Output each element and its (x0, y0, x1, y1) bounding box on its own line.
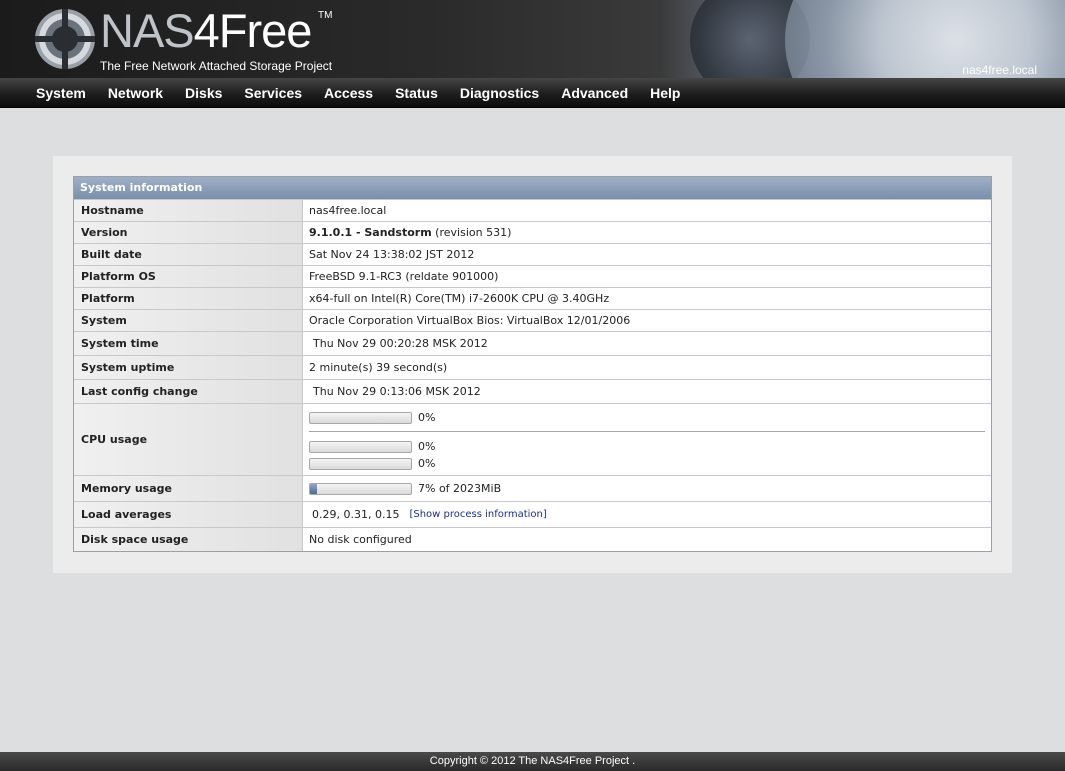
system-time-value: Thu Nov 29 00:20:28 MSK 2012 (309, 337, 492, 350)
nav-diagnostics[interactable]: Diagnostics (449, 78, 550, 108)
platform-os-value: FreeBSD 9.1-RC3 (reldate 901000) (309, 270, 499, 283)
logo-text[interactable]: NAS4Free (100, 4, 313, 57)
main-nav: System Network Disks Services Access Sta… (0, 78, 1065, 108)
cpu-core-meter: 0% (309, 440, 585, 453)
platform-value: x64-full on Intel(R) Core(TM) i7-2600K C… (309, 292, 610, 305)
last-config-cell: Thu Nov 29 0:13:06 MSK 2012 (303, 380, 991, 403)
system-time-cell: Thu Nov 29 00:20:28 MSK 2012 (303, 332, 991, 355)
memory-usage-label: Memory usage (74, 476, 303, 501)
system-time-row: System time Thu Nov 29 00:20:28 MSK 2012 (74, 331, 991, 355)
nav-services[interactable]: Services (233, 78, 313, 108)
nav-status[interactable]: Status (384, 78, 449, 108)
disk-space-row: Disk space usage No disk configured (74, 527, 991, 551)
cpu-core-meter: 0% (309, 457, 585, 470)
nav-access[interactable]: Access (313, 78, 384, 108)
last-config-row: Last config change Thu Nov 29 0:13:06 MS… (74, 379, 991, 403)
cpu-core-bar (309, 457, 412, 470)
cpu-usage-row: CPU usage 0% 0% 0% (74, 403, 991, 475)
version-label: Version (74, 222, 303, 243)
system-uptime-row: System uptime 2 minute(s) 39 second(s) (74, 355, 991, 379)
cpu-core-percent: 0% (418, 457, 436, 470)
disk-space-value: No disk configured (309, 533, 412, 546)
version-revision: (revision 531) (431, 226, 512, 239)
footer-copyright: Copyright © 2012 The NAS4Free Project . (0, 752, 1065, 771)
show-process-info-link[interactable]: [Show process information] (409, 509, 546, 520)
nav-network[interactable]: Network (97, 78, 174, 108)
disk-space-label: Disk space usage (74, 528, 303, 551)
built-date-label: Built date (74, 244, 303, 265)
cpu-usage-value: 0% 0% 0% (303, 404, 991, 475)
built-date-value: Sat Nov 24 13:38:02 JST 2012 (309, 248, 475, 261)
system-row: System Oracle Corporation VirtualBox Bio… (74, 309, 991, 331)
memory-fill (310, 483, 318, 494)
header-hostname: nas4free.local (962, 63, 1037, 77)
platform-os-label: Platform OS (74, 266, 303, 287)
nav-help[interactable]: Help (639, 78, 691, 108)
system-time-label: System time (74, 332, 303, 355)
platform-label: Platform (74, 288, 303, 309)
nav-system[interactable]: System (25, 78, 97, 108)
memory-bar (309, 482, 412, 495)
header: NAS4Free TM The Free Network Attached St… (0, 0, 1065, 78)
nav-disks[interactable]: Disks (174, 78, 233, 108)
version-number: 9.1.0.1 - Sandstorm (309, 226, 432, 239)
last-config-value: Thu Nov 29 0:13:06 MSK 2012 (309, 385, 485, 398)
cpu-total-meter: 0% (309, 411, 585, 424)
hostname-label: Hostname (74, 200, 303, 221)
system-information-panel: System information Hostname nas4free.loc… (73, 176, 992, 552)
load-averages-value: 0.29, 0.31, 0.15 (312, 508, 400, 521)
logo-suffix: 4Free (193, 4, 313, 57)
hostname-value: nas4free.local (309, 204, 387, 217)
version-value: 9.1.0.1 - Sandstorm (revision 531) (303, 222, 991, 243)
memory-meter: 7% of 2023MiB (309, 482, 585, 495)
cpu-total-bar (309, 411, 412, 424)
system-value: Oracle Corporation VirtualBox Bios: Virt… (309, 314, 631, 327)
last-config-label: Last config change (74, 380, 303, 403)
load-averages-cell: 0.29, 0.31, 0.15 [Show process informati… (303, 502, 991, 527)
cpu-core-percent: 0% (418, 440, 436, 453)
logo-icon[interactable] (33, 7, 97, 71)
trademark-mark: TM (318, 10, 333, 21)
platform-row: Platform x64-full on Intel(R) Core(TM) i… (74, 287, 991, 309)
system-label: System (74, 310, 303, 331)
version-row: Version 9.1.0.1 - Sandstorm (revision 53… (74, 221, 991, 243)
load-averages-label: Load averages (74, 502, 303, 527)
panel-title: System information (74, 177, 991, 199)
platform-os-row: Platform OS FreeBSD 9.1-RC3 (reldate 901… (74, 265, 991, 287)
cpu-divider (309, 431, 985, 432)
cpu-usage-label: CPU usage (74, 404, 303, 475)
memory-usage-row: Memory usage 7% of 2023MiB (74, 475, 991, 501)
cpu-core-bar (309, 440, 412, 453)
load-averages-row: Load averages 0.29, 0.31, 0.15 [Show pro… (74, 501, 991, 527)
memory-usage-text: 7% of 2023MiB (418, 482, 502, 495)
tagline: The Free Network Attached Storage Projec… (100, 59, 333, 73)
cpu-total-percent: 0% (418, 411, 436, 424)
memory-usage-cell: 7% of 2023MiB (303, 476, 991, 501)
logo-prefix: NAS (100, 4, 195, 57)
hostname-row: Hostname nas4free.local (74, 199, 991, 221)
system-uptime-label: System uptime (74, 356, 303, 379)
system-uptime-value: 2 minute(s) 39 second(s) (309, 361, 448, 374)
nav-advanced[interactable]: Advanced (550, 78, 639, 108)
built-date-row: Built date Sat Nov 24 13:38:02 JST 2012 (74, 243, 991, 265)
